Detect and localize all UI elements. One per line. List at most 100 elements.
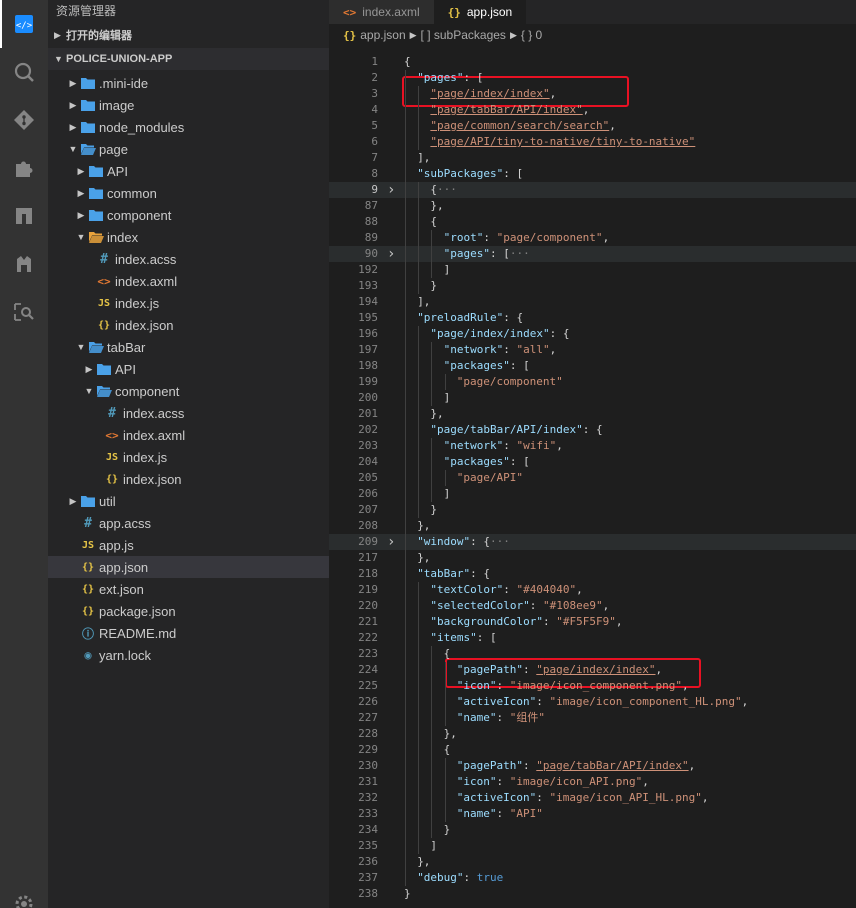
indent-guide [405, 854, 406, 870]
folder-icon [80, 97, 96, 113]
code-text: "selectedColor": "#108ee9", [430, 598, 609, 614]
extensions-icon[interactable] [0, 144, 48, 192]
code-text: { [444, 742, 451, 758]
tree-item[interactable]: ▶ .mini-ide [48, 72, 329, 94]
tab-axml[interactable]: <> index.axml [329, 0, 434, 24]
tree-item[interactable]: # index.acss [48, 248, 329, 270]
tree-item[interactable]: # index.acss [48, 402, 329, 424]
chevron-right-icon: ▶ [85, 363, 93, 374]
code-text: "pages": [··· [444, 246, 530, 262]
breadcrumb-file[interactable]: app.json [360, 28, 405, 42]
code-token: "preloadRule" [417, 311, 504, 324]
tree-item[interactable]: ▶ node_modules [48, 116, 329, 138]
explorer-icon[interactable]: </> [0, 0, 48, 48]
code-text: "page/API/tiny-to-native/tiny-to-native" [430, 134, 695, 150]
settings-icon[interactable] [0, 880, 48, 908]
line-number: 225 [358, 679, 378, 692]
folder-icon [88, 207, 104, 223]
line-number: 193 [358, 279, 378, 292]
code-text: "name": "组件" [457, 710, 545, 726]
tree-item[interactable]: ▶ util [48, 490, 329, 512]
tree-item-label: yarn.lock [99, 647, 152, 663]
debug-icon[interactable] [0, 240, 48, 288]
breadcrumb-item-subpackages[interactable]: [ ] subPackages [421, 28, 506, 42]
code-token: : [536, 791, 550, 804]
open-editors-section[interactable]: ▶ 打开的编辑器 [48, 22, 329, 48]
code-token: : [536, 695, 550, 708]
tree-item[interactable]: <> index.axml [48, 424, 329, 446]
chevron-right-icon: ▶ [69, 121, 77, 132]
search-icon[interactable] [0, 48, 48, 96]
indent-guide [418, 838, 420, 854]
code-token: "pagePath" [456, 759, 524, 772]
tree-item[interactable]: ▼ component [48, 380, 329, 402]
indent-guide [431, 694, 433, 710]
tree-item[interactable]: {} index.json [48, 314, 329, 336]
project-label: POLICE-UNION-APP [66, 53, 173, 65]
line-number: 226 [358, 695, 378, 708]
code-token: : [503, 439, 517, 452]
fold-chevron-icon[interactable]: › [387, 246, 399, 262]
tree-item[interactable]: ▼ page [48, 138, 329, 160]
tree-item-label: image [99, 97, 135, 113]
source-control-icon[interactable] [0, 96, 48, 144]
indent-guide [405, 710, 406, 726]
tree-item[interactable]: {} ext.json [48, 578, 329, 600]
indent-guide [405, 534, 406, 550]
code-token: : [ [463, 71, 484, 84]
code-editor[interactable]: 1{2 "pages": [3 "page/index/index", 4 "page/… [329, 54, 856, 908]
code-token: { [443, 743, 451, 756]
fold-chevron-icon[interactable]: › [387, 534, 399, 550]
tree-item[interactable]: {} package.json [48, 600, 329, 622]
tree-item[interactable]: ▶ common [48, 182, 329, 204]
code-token: "page/common/search/search" [430, 119, 610, 132]
line-number: 6 [371, 135, 378, 148]
line-number: 198 [358, 359, 378, 372]
code-token: }, [417, 519, 431, 532]
tree-item[interactable]: JS app.js [48, 534, 329, 556]
line-number: 217 [358, 551, 378, 564]
line-number: 199 [358, 375, 378, 388]
line-number: 229 [358, 743, 378, 756]
code-line: 90 › "pages": [··· [329, 246, 856, 262]
folder-open-icon [88, 339, 104, 355]
tree-item-label: app.acss [99, 515, 152, 531]
code-token: , [602, 599, 610, 612]
tree-item-label: tabBar [107, 339, 146, 355]
tree-item[interactable]: ▶ API [48, 358, 329, 380]
tree-item[interactable]: JS index.js [48, 292, 329, 314]
indent-guide [405, 742, 406, 758]
line-number: 222 [358, 631, 378, 644]
tree-item[interactable]: ▶ API [48, 160, 329, 182]
breadcrumb-item-index[interactable]: { } 0 [521, 28, 542, 42]
tree-item[interactable]: ⓘ README.md [48, 622, 329, 644]
tree-item[interactable]: <> index.axml [48, 270, 329, 292]
indent-guide [418, 662, 420, 678]
tree-item[interactable]: ▼ tabBar [48, 336, 329, 358]
indent-guide [405, 678, 406, 694]
tree-item[interactable]: ▶ image [48, 94, 329, 116]
tree-item[interactable]: ▼ index [48, 226, 329, 248]
tree-item[interactable]: {} app.json [48, 556, 329, 578]
project-section[interactable]: ▼ POLICE-UNION-APP [48, 48, 329, 70]
tree-item[interactable]: ◉ yarn.lock [48, 644, 329, 666]
tree-item-label: README.md [99, 625, 177, 641]
layout-icon[interactable] [0, 192, 48, 240]
code-line: 227 "name": "组件" [329, 710, 856, 726]
indent-guide [405, 822, 406, 838]
acss-file-icon: # [108, 405, 116, 421]
tree-item[interactable]: ▶ component [48, 204, 329, 226]
inspect-icon[interactable] [0, 288, 48, 336]
indent-guide [405, 182, 406, 198]
fold-chevron-icon[interactable]: › [387, 182, 399, 198]
tree-item[interactable]: {} index.json [48, 468, 329, 490]
tree-item[interactable]: # app.acss [48, 512, 329, 534]
tab-json[interactable]: {} app.json [433, 0, 527, 24]
tree-item-label: index.acss [115, 251, 177, 267]
code-token: } [404, 887, 411, 900]
indent-guide [405, 342, 406, 358]
code-token: : [503, 343, 517, 356]
indent-guide [405, 486, 406, 502]
tree-item[interactable]: JS index.js [48, 446, 329, 468]
js-file-icon: JS [105, 451, 119, 463]
